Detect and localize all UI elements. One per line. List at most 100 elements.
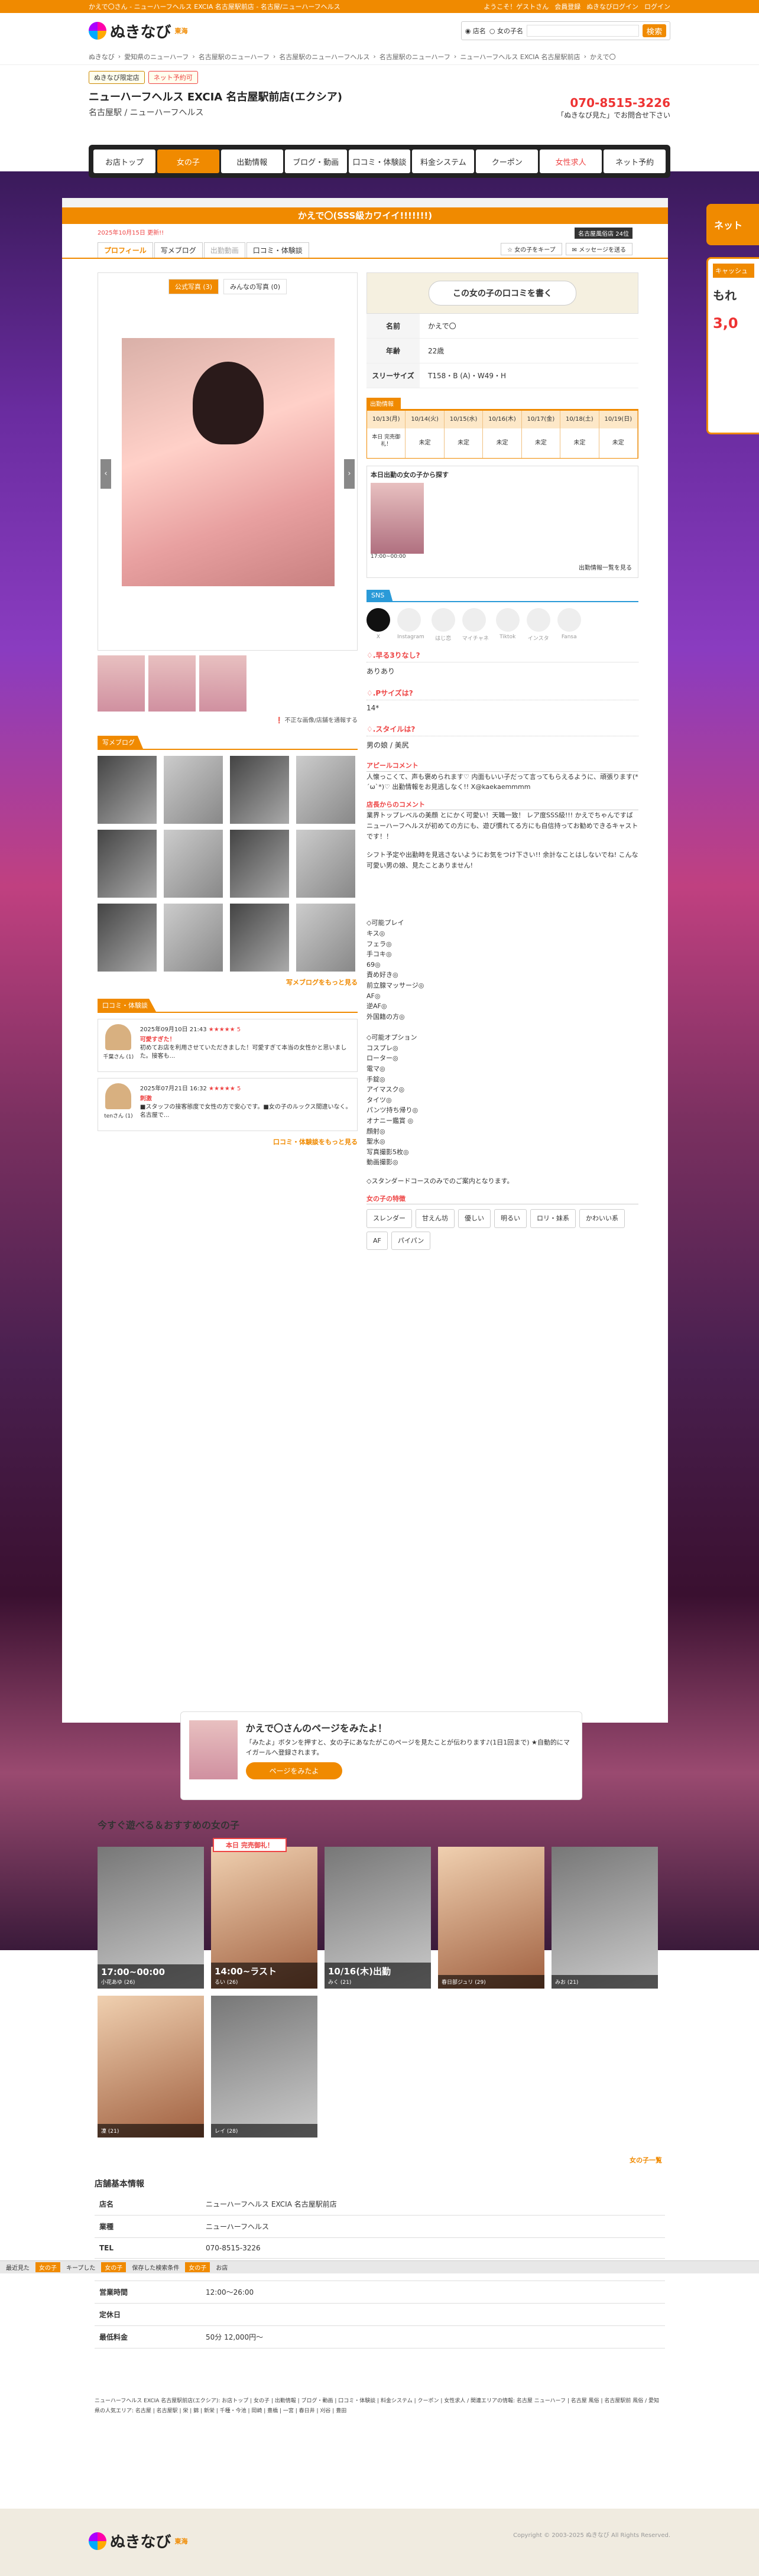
- mita-button[interactable]: ページをみたよ: [245, 1762, 343, 1779]
- recommend-card[interactable]: 17:00~00:00 小花あゆ (26): [98, 1847, 204, 1989]
- tiktok-link[interactable]: Tiktok: [495, 608, 520, 642]
- x-link[interactable]: X: [366, 608, 390, 642]
- site-logo[interactable]: ぬきなび 東海: [89, 20, 187, 42]
- nav-girls[interactable]: 女の子: [157, 150, 219, 173]
- instagram-link[interactable]: Instagram: [397, 608, 424, 642]
- thumbnail[interactable]: [199, 655, 246, 712]
- thumbnail[interactable]: [148, 655, 196, 712]
- feature-tag[interactable]: パイパン: [391, 1231, 431, 1250]
- schedule-list-link[interactable]: 出勤情報一覧を見る: [579, 563, 632, 571]
- review-item[interactable]: 千葉さん (1) 2025年09月10日 21:43 ★★★★★ 5 可愛すぎた…: [98, 1019, 358, 1072]
- nav-coupon[interactable]: クーポン: [476, 150, 539, 173]
- nav-blog[interactable]: ブログ・動画: [284, 150, 347, 173]
- kept-girls-tag[interactable]: 女の子: [101, 2262, 126, 2272]
- blog-photo[interactable]: [164, 756, 223, 824]
- left-column: 公式写真 (3) みんなの写真 (0) ‹ › ❗ 不正な画像/店舗を通報する …: [98, 272, 358, 1146]
- nav-reviews[interactable]: 口コミ・体験談: [348, 150, 411, 173]
- footer-links[interactable]: ニューハーフヘルス EXCIA 名古屋駅前店(エクシア): お店トップ | 女の…: [95, 2396, 662, 2416]
- tab-reviews[interactable]: 口コミ・体験談: [246, 242, 309, 258]
- nav-recruit[interactable]: 女性求人: [540, 150, 602, 173]
- blog-photo[interactable]: [164, 830, 223, 898]
- recent-girls-tag[interactable]: 女の子: [35, 2262, 60, 2272]
- prev-photo-icon[interactable]: ‹: [100, 459, 111, 489]
- blog-photo[interactable]: [98, 830, 157, 898]
- send-message-button[interactable]: ✉ メッセージを送る: [565, 243, 632, 255]
- recommend-card[interactable]: レイ (28): [211, 1996, 317, 2138]
- breadcrumb-item[interactable]: ニューハーフヘルス EXCIA 名古屋駅前店: [460, 52, 580, 61]
- nav-reserve[interactable]: ネット予約: [604, 150, 666, 173]
- shop-info-title: 店舗基本情報: [95, 2179, 144, 2189]
- blog-photo[interactable]: [98, 756, 157, 824]
- recommend-card[interactable]: 14:00~ラスト るい (26): [211, 1847, 317, 1989]
- girls-list-link[interactable]: 女の子一覧: [98, 2155, 662, 2165]
- write-review-button[interactable]: この女の子の口コミを書く: [429, 281, 576, 306]
- top-bar: かえで〇さん - ニューハーフヘルス EXCIA 名古屋駅前店 - 名古屋/ニュ…: [0, 0, 759, 13]
- blog-photo[interactable]: [230, 904, 289, 972]
- feature-tag[interactable]: 甘えん坊: [416, 1209, 455, 1228]
- breadcrumb-item[interactable]: ぬきなび: [89, 52, 115, 61]
- search-button[interactable]: 検索: [643, 24, 666, 37]
- saved-girls-tag[interactable]: 女の子: [185, 2262, 210, 2272]
- breadcrumb-item[interactable]: 名古屋駅のニューハーフヘルス: [279, 52, 369, 61]
- recommend-card[interactable]: 春日部ジュリ (29): [438, 1847, 544, 1989]
- blog-photo[interactable]: [296, 756, 355, 824]
- register-link[interactable]: 会員登録: [554, 2, 580, 11]
- side-cashback-banner[interactable]: キャッシュ もれ 3,0: [706, 257, 759, 434]
- review-item[interactable]: tenさん (1) 2025年07月21日 16:32 ★★★★★ 5 刺激 ■…: [98, 1078, 358, 1131]
- nav-schedule[interactable]: 出勤情報: [220, 150, 283, 173]
- fansa-link[interactable]: Fansa: [557, 608, 581, 642]
- mychane-link[interactable]: マイチャネ: [462, 608, 489, 642]
- tab-profile[interactable]: プロフィール: [98, 242, 153, 258]
- nav-shop-top[interactable]: お店トップ: [93, 150, 155, 173]
- breadcrumb-item[interactable]: 名古屋駅のニューハーフ: [380, 52, 450, 61]
- feature-tag[interactable]: 明るい: [494, 1209, 527, 1228]
- shop-tag[interactable]: お店: [216, 2263, 228, 2272]
- girl-name: かえで〇: [428, 322, 456, 330]
- keep-girl-button[interactable]: ☆ 女の子をキープ: [501, 243, 562, 255]
- blog-photo[interactable]: [164, 904, 223, 972]
- search-option-shop[interactable]: ◉ 店名: [465, 26, 486, 35]
- tab-blog[interactable]: 写メブログ: [154, 242, 203, 258]
- blog-photo[interactable]: [230, 756, 289, 824]
- hajikoi-link[interactable]: はじ恋: [431, 608, 455, 642]
- user-photos-tab[interactable]: みんなの写真 (0): [223, 279, 287, 294]
- qa-list: ♢.早る3りなし? ありあり ♢.Pサイズは? 14* ♢.スタイルは? 男の娘 / …: [366, 650, 638, 753]
- blog-photo[interactable]: [230, 830, 289, 898]
- thumbnail[interactable]: [98, 655, 145, 712]
- blog-photo[interactable]: [98, 904, 157, 972]
- saved-search-label[interactable]: 保存した検索条件: [132, 2263, 179, 2272]
- today-girl-photo[interactable]: [371, 483, 424, 554]
- report-link[interactable]: ❗ 不正な画像/店舗を通報する: [98, 715, 358, 724]
- breadcrumb-item[interactable]: 名古屋駅のニューハーフ: [199, 52, 270, 61]
- nukinavi-login-link[interactable]: ぬきなびログイン: [586, 2, 638, 11]
- reviewer-avatar-icon: [105, 1024, 132, 1050]
- insta-link[interactable]: インスタ: [526, 608, 550, 642]
- blog-photo[interactable]: [296, 830, 355, 898]
- footer-logo[interactable]: ぬきなび 東海: [89, 2530, 187, 2552]
- next-photo-icon[interactable]: ›: [344, 459, 355, 489]
- recommend-card[interactable]: 凜 (21): [98, 1996, 204, 2138]
- login-link[interactable]: ログイン: [644, 2, 670, 11]
- feature-tag[interactable]: AF: [366, 1231, 388, 1250]
- kept-label[interactable]: キープした: [66, 2263, 95, 2272]
- feature-tag[interactable]: 優しい: [458, 1209, 491, 1228]
- feature-tag[interactable]: ロリ・妹系: [530, 1209, 576, 1228]
- side-net-reserve-tab[interactable]: ネット: [706, 204, 759, 245]
- blog-more-link[interactable]: 写メブログをもっと見る: [98, 977, 358, 987]
- photo-gallery: 公式写真 (3) みんなの写真 (0) ‹ ›: [98, 272, 358, 651]
- shop-info-name[interactable]: ニューハーフヘルス EXCIA 名古屋駅前店: [201, 2193, 665, 2216]
- reviews-more-link[interactable]: 口コミ・体験談をもっと見る: [98, 1137, 358, 1146]
- recently-viewed-label[interactable]: 最近見た: [6, 2263, 30, 2272]
- nav-price[interactable]: 料金システム: [412, 150, 475, 173]
- search-option-girl[interactable]: ○ 女の子名: [489, 26, 523, 35]
- recommend-card[interactable]: 10/16(木)出勤 みく (21): [325, 1847, 431, 1989]
- search-input[interactable]: [527, 25, 639, 37]
- feature-tag[interactable]: かわいい系: [579, 1209, 625, 1228]
- feature-tag[interactable]: スレンダー: [366, 1209, 412, 1228]
- blog-photo[interactable]: [296, 904, 355, 972]
- shop-phone[interactable]: 070-8515-3226 「ぬきなび見た」でお問合せ下さい: [557, 96, 670, 120]
- shop-info-tel[interactable]: 070-8515-3226: [201, 2237, 665, 2259]
- official-photos-tab[interactable]: 公式写真 (3): [168, 279, 219, 294]
- breadcrumb-item[interactable]: 愛知県のニューハーフ: [124, 52, 189, 61]
- recommend-card[interactable]: みお (21): [552, 1847, 658, 1989]
